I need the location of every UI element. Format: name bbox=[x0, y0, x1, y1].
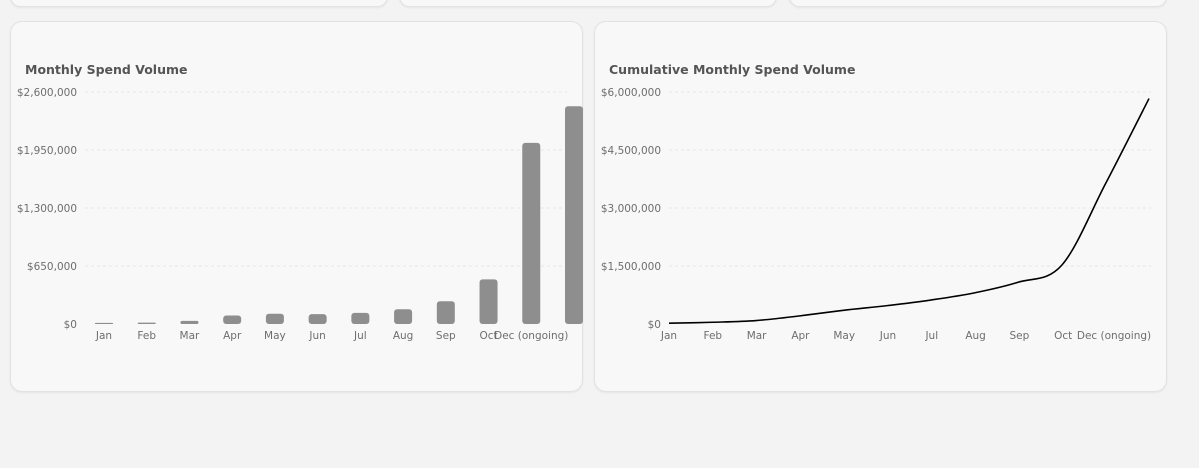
y-tick-label: $0 bbox=[648, 319, 661, 331]
y-tick-label: $1,500,000 bbox=[601, 261, 661, 273]
x-tick-label: Mar bbox=[747, 330, 767, 342]
y-tick-label: $3,000,000 bbox=[601, 203, 661, 215]
bar bbox=[522, 142, 541, 324]
y-tick-label: $2,600,000 bbox=[17, 87, 77, 99]
bar bbox=[95, 322, 113, 324]
y-tick-label: $6,000,000 bbox=[601, 87, 661, 99]
x-tick-label: Aug bbox=[393, 330, 414, 342]
x-tick-label: Jan bbox=[95, 330, 112, 342]
top-card-left bbox=[10, 0, 388, 7]
x-tick-label: Jun bbox=[879, 330, 896, 342]
x-tick-label: Dec (ongoing) bbox=[1077, 330, 1151, 342]
bar bbox=[394, 309, 413, 324]
monthly-spend-card: Monthly Spend Volume $0 $650,000 $1,300,00… bbox=[10, 21, 583, 392]
series-line bbox=[668, 98, 1150, 325]
y-tick-label: $1,300,000 bbox=[17, 203, 77, 215]
x-tick-label: Sep bbox=[1010, 330, 1030, 342]
x-tick-label: Mar bbox=[180, 330, 200, 342]
monthly-spend-bar-chart: $0 $650,000 $1,300,000 $1,950,000 $2,600,000… bbox=[17, 87, 583, 342]
x-tick-label: Apr bbox=[223, 330, 242, 342]
x-tick-label: Dec (ongoing) bbox=[494, 330, 568, 342]
x-tick-label: May bbox=[264, 330, 286, 342]
x-tick-label: Aug bbox=[965, 330, 986, 342]
bar bbox=[180, 320, 199, 324]
bar bbox=[137, 322, 156, 324]
x-tick-label: May bbox=[833, 330, 855, 342]
top-card-right bbox=[789, 0, 1167, 7]
y-tick-label: $1,950,000 bbox=[17, 145, 77, 157]
x-tick-label: Oct bbox=[1054, 330, 1072, 342]
x-tick-label: Feb bbox=[137, 330, 156, 342]
x-tick-label: Feb bbox=[704, 330, 723, 342]
bar bbox=[565, 106, 583, 325]
bar bbox=[479, 279, 498, 324]
x-tick-label: Sep bbox=[436, 330, 456, 342]
x-tick-label: Jan bbox=[660, 330, 677, 342]
cumulative-spend-card: Cumulative Monthly Spend Volume $0 $1,500… bbox=[594, 21, 1167, 392]
y-tick-label: $4,500,000 bbox=[601, 145, 661, 157]
y-tick-label: $650,000 bbox=[27, 261, 77, 273]
x-tick-label: Jul bbox=[924, 330, 938, 342]
bar bbox=[308, 314, 327, 324]
x-tick-label: Jul bbox=[353, 330, 367, 342]
x-tick-label: Apr bbox=[791, 330, 810, 342]
x-tick-label: Jun bbox=[308, 330, 325, 342]
bar bbox=[265, 313, 284, 324]
top-card-middle bbox=[399, 0, 777, 7]
bar bbox=[436, 301, 455, 324]
cumulative-spend-line-chart: $0 $1,500,000 $3,000,000 $4,500,000 $6,000,0… bbox=[601, 87, 1151, 342]
y-tick-label: $0 bbox=[64, 319, 77, 331]
bar bbox=[351, 312, 370, 324]
bar bbox=[223, 315, 242, 324]
